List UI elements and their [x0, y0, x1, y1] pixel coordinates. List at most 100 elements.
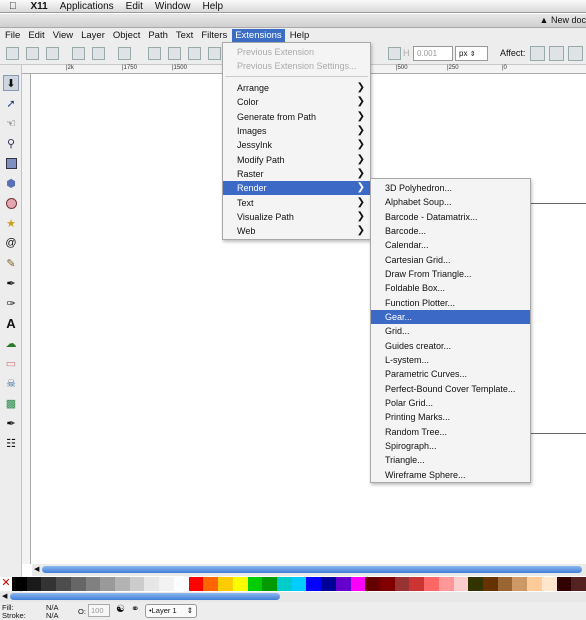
- lower-to-bottom-icon[interactable]: [208, 47, 221, 60]
- menu-item-visualize-path[interactable]: Visualize Path ❯: [223, 210, 370, 224]
- menu-item-jessyink[interactable]: JessyInk ❯: [223, 138, 370, 152]
- render-item-barcode[interactable]: Barcode...: [371, 224, 530, 238]
- raise-icon[interactable]: [168, 47, 181, 60]
- render-item-alphabet-soup[interactable]: Alphabet Soup...: [371, 195, 530, 209]
- app-name[interactable]: X11: [31, 1, 48, 12]
- mac-menu-window[interactable]: Window: [155, 1, 191, 12]
- render-item-guides-creator[interactable]: Guides creator...: [371, 339, 530, 353]
- rotate-cw-icon[interactable]: [92, 47, 105, 60]
- color-swatch[interactable]: [335, 577, 351, 591]
- move-gradients-icon[interactable]: [568, 46, 583, 61]
- menu-item-images[interactable]: Images ❯: [223, 124, 370, 138]
- color-swatch[interactable]: [365, 577, 380, 591]
- visibility-icon[interactable]: ☯: [116, 604, 125, 615]
- raise-to-top-icon[interactable]: [148, 47, 161, 60]
- mac-menu-applications[interactable]: Applications: [60, 1, 114, 12]
- ellipse-tool-icon[interactable]: [3, 195, 19, 211]
- menu-item-modify-path[interactable]: Modify Path ❯: [223, 153, 370, 167]
- color-swatch[interactable]: [56, 577, 71, 591]
- menu-item-previous-extension[interactable]: Previous Extension: [223, 45, 370, 59]
- lock-icon[interactable]: [388, 47, 401, 60]
- eraser-tool-icon[interactable]: ▭: [3, 355, 19, 371]
- render-item-gear[interactable]: Gear...: [371, 310, 530, 324]
- connector-tool-icon[interactable]: ☷: [3, 435, 19, 451]
- render-item-barcode-datamatrix[interactable]: Barcode - Datamatrix...: [371, 210, 530, 224]
- scale-corners-icon[interactable]: [549, 46, 564, 61]
- menu-edit[interactable]: Edit: [25, 29, 47, 43]
- menu-view[interactable]: View: [50, 29, 76, 43]
- color-swatch[interactable]: [394, 577, 410, 591]
- deselect-icon[interactable]: [46, 47, 59, 60]
- color-swatch[interactable]: [350, 577, 366, 591]
- gradient-tool-icon[interactable]: ▩: [3, 395, 19, 411]
- color-swatch[interactable]: [453, 577, 469, 591]
- menu-item-color[interactable]: Color ❯: [223, 95, 370, 109]
- no-paint-swatch[interactable]: ✕: [0, 577, 12, 591]
- color-swatch[interactable]: [321, 577, 336, 591]
- menu-object[interactable]: Object: [110, 29, 143, 43]
- color-swatch[interactable]: [115, 577, 130, 591]
- menu-layer[interactable]: Layer: [78, 29, 108, 43]
- palette-scrollbar-thumb[interactable]: [10, 593, 280, 600]
- color-swatch[interactable]: [26, 577, 42, 591]
- color-swatch[interactable]: [129, 577, 145, 591]
- color-swatch[interactable]: [541, 577, 557, 591]
- color-swatch[interactable]: [144, 577, 160, 591]
- menu-item-arrange[interactable]: Arrange ❯: [223, 81, 370, 95]
- render-item-function-plotter[interactable]: Function Plotter...: [371, 296, 530, 310]
- lock-layer-icon[interactable]: ⚭: [131, 604, 139, 615]
- unit-select[interactable]: px ⇕: [455, 46, 488, 61]
- spiral-tool-icon[interactable]: @: [3, 235, 19, 251]
- layer-select[interactable]: •Layer 1 ⇕: [145, 604, 197, 618]
- render-item-wireframe-sphere[interactable]: Wireframe Sphere...: [371, 468, 530, 482]
- color-swatch[interactable]: [438, 577, 454, 591]
- color-swatch[interactable]: [41, 577, 57, 591]
- zoom-tool-icon[interactable]: ⚲: [3, 135, 19, 151]
- selector-tool-icon[interactable]: ⬇: [3, 75, 19, 91]
- pen-tool-icon[interactable]: ✒: [3, 275, 19, 291]
- paint-bucket-tool-icon[interactable]: ☠: [3, 375, 19, 391]
- menu-file[interactable]: File: [2, 29, 23, 43]
- render-item-triangle[interactable]: Triangle...: [371, 453, 530, 467]
- color-swatch[interactable]: [379, 577, 395, 591]
- menu-path[interactable]: Path: [145, 29, 171, 43]
- lower-icon[interactable]: [188, 47, 201, 60]
- rotate-ccw-icon[interactable]: [72, 47, 85, 60]
- spray-tool-icon[interactable]: ☁: [3, 335, 19, 351]
- dropper-tool-icon[interactable]: ✒: [3, 415, 19, 431]
- color-swatch[interactable]: [12, 577, 27, 591]
- mac-menu-help[interactable]: Help: [202, 1, 223, 12]
- height-field[interactable]: 0.001: [413, 46, 453, 61]
- calligraphy-tool-icon[interactable]: ✑: [3, 295, 19, 311]
- scale-stroke-icon[interactable]: [530, 46, 545, 61]
- menu-item-previous-extension-settings[interactable]: Previous Extension Settings...: [223, 59, 370, 73]
- select-all-layers-icon[interactable]: [26, 47, 39, 60]
- render-item-calendar[interactable]: Calendar...: [371, 238, 530, 252]
- render-item-l-system[interactable]: L-system...: [371, 353, 530, 367]
- menu-item-web[interactable]: Web ❯: [223, 224, 370, 238]
- color-swatch[interactable]: [173, 577, 189, 591]
- color-swatch[interactable]: [497, 577, 513, 591]
- menu-filters[interactable]: Filters: [198, 29, 230, 43]
- apple-icon[interactable]: : [9, 1, 17, 12]
- flip-horizontal-icon[interactable]: [118, 47, 131, 60]
- color-swatch[interactable]: [247, 577, 263, 591]
- menu-extensions[interactable]: Extensions: [232, 28, 285, 43]
- color-swatch[interactable]: [424, 577, 439, 591]
- palette-scrollbar[interactable]: ◀: [0, 592, 586, 602]
- color-swatch[interactable]: [512, 577, 528, 591]
- color-swatch[interactable]: [100, 577, 116, 591]
- scrollbar-thumb[interactable]: [42, 566, 582, 573]
- render-item-foldable-box[interactable]: Foldable Box...: [371, 281, 530, 295]
- render-item-parametric-curves[interactable]: Parametric Curves...: [371, 367, 530, 381]
- menu-help[interactable]: Help: [287, 29, 313, 43]
- mac-menu-edit[interactable]: Edit: [126, 1, 143, 12]
- menu-item-render[interactable]: Render ❯: [223, 181, 370, 195]
- color-swatch[interactable]: [85, 577, 101, 591]
- color-swatch[interactable]: [218, 577, 233, 591]
- star-tool-icon[interactable]: ★: [3, 215, 19, 231]
- color-swatch[interactable]: [468, 577, 483, 591]
- menu-item-raster[interactable]: Raster ❯: [223, 167, 370, 181]
- color-swatch[interactable]: [409, 577, 425, 591]
- 3d-box-tool-icon[interactable]: ⬢: [3, 175, 19, 191]
